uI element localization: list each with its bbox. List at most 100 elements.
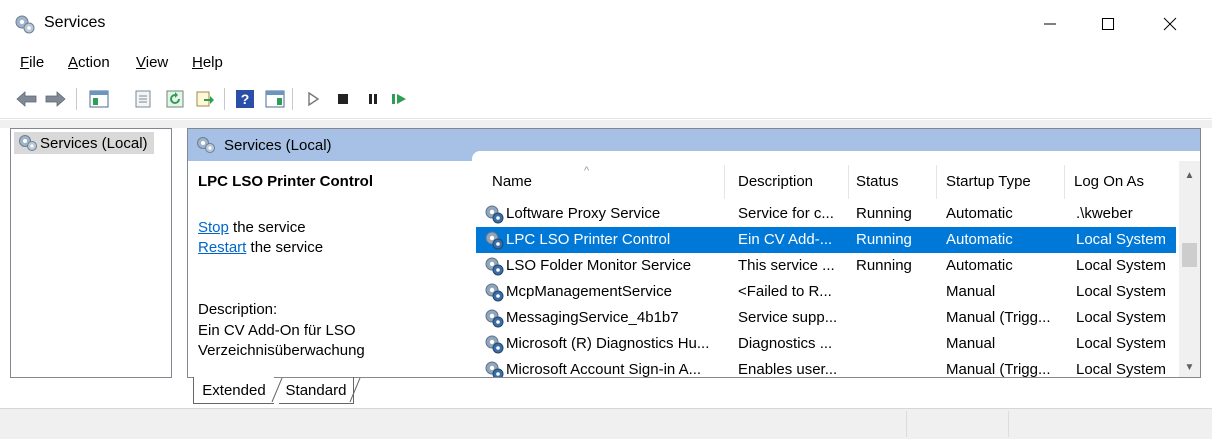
properties-icon: [135, 90, 151, 108]
menu-file[interactable]: File: [20, 54, 44, 71]
cell-description: This service ...: [738, 257, 835, 274]
column-header-startup-type[interactable]: Startup Type: [946, 173, 1031, 199]
table-row[interactable]: MessagingService_4b1b7 Service supp... Man…: [476, 305, 1176, 331]
cell-log-on-as: Local System: [1076, 309, 1167, 326]
cell-startup-type: Manual: [946, 283, 996, 300]
refresh-button[interactable]: [162, 86, 188, 112]
scroll-thumb[interactable]: [1182, 243, 1197, 267]
table-row[interactable]: McpManagementService <Failed to R... Manua…: [476, 279, 1176, 305]
properties-button[interactable]: [130, 86, 156, 112]
export-list-button[interactable]: [192, 86, 218, 112]
menu-action[interactable]: Action: [68, 54, 110, 71]
table-row[interactable]: Microsoft (R) Diagnostics Hu... Diagnosti…: [476, 331, 1176, 357]
gears-icon: [197, 137, 215, 153]
stop-service-button[interactable]: [330, 86, 356, 112]
help-button[interactable]: ?: [232, 86, 258, 112]
table-row[interactable]: Loftware Proxy Service Service for c... Ru…: [476, 201, 1176, 227]
title-bar: Services: [0, 0, 1212, 48]
tab-divider: [349, 377, 361, 403]
service-gear-icon: [485, 309, 504, 328]
toolbar-separator: [76, 88, 77, 110]
cell-description: Diagnostics ...: [738, 335, 833, 352]
toolbar-separator: [224, 88, 225, 110]
tab-extended[interactable]: Extended: [193, 377, 274, 404]
cell-status: Running: [856, 257, 912, 274]
cell-description: Ein CV Add-...: [738, 231, 833, 248]
service-gear-icon: [485, 283, 504, 302]
pane-header: Services (Local): [188, 129, 1200, 161]
resume-service-button[interactable]: [386, 86, 412, 112]
pause-service-button[interactable]: [360, 86, 386, 112]
back-button[interactable]: [14, 86, 40, 112]
show-action-pane-icon: [265, 90, 285, 108]
toolbar-separator: [292, 88, 293, 110]
column-divider[interactable]: [724, 165, 725, 199]
menu-view[interactable]: View: [136, 54, 168, 71]
service-gear-icon: [485, 335, 504, 354]
cell-status: Running: [856, 205, 912, 222]
selected-service-name: LPC LSO Printer Control: [198, 173, 374, 190]
description-text: Ein CV Add-On für LSO Verzeichnisüberwac…: [198, 322, 365, 359]
column-divider[interactable]: [1064, 165, 1065, 199]
cell-log-on-as: Local System: [1076, 283, 1167, 300]
maximize-button[interactable]: [1080, 0, 1136, 48]
column-header-description[interactable]: Description: [738, 173, 813, 199]
forward-button[interactable]: [42, 86, 68, 112]
cell-startup-type: Manual (Trigg...: [946, 361, 1051, 377]
service-gear-icon: [485, 231, 504, 250]
service-gear-icon: [485, 257, 504, 276]
vertical-scrollbar[interactable]: ▲ ▼: [1179, 161, 1200, 377]
restart-service-link[interactable]: Restart: [198, 239, 246, 256]
refresh-icon: [166, 90, 184, 108]
back-arrow-icon: [16, 91, 37, 107]
cell-startup-type: Automatic: [946, 231, 1013, 248]
start-service-button[interactable]: [300, 86, 326, 112]
help-icon: ?: [236, 90, 254, 108]
close-button[interactable]: [1142, 0, 1198, 48]
stop-service-link[interactable]: Stop: [198, 219, 229, 236]
stop-service-icon: [338, 94, 348, 104]
tree-item-label: Services (Local): [40, 134, 148, 152]
services-list: ^ Name Description Status Startup Type L…: [476, 161, 1200, 377]
scroll-down-icon[interactable]: ▼: [1179, 357, 1200, 377]
column-header-log-on-as[interactable]: Log On As: [1074, 173, 1144, 199]
column-header-name[interactable]: Name: [492, 173, 532, 199]
tree-item-services-local[interactable]: Services (Local): [14, 132, 154, 154]
pane-separator: [0, 120, 1212, 128]
gears-icon: [15, 15, 35, 34]
header-notch: [472, 151, 1200, 161]
cell-description: Enables user...: [738, 361, 838, 377]
cell-startup-type: Manual (Trigg...: [946, 309, 1051, 326]
column-divider[interactable]: [848, 165, 849, 199]
tab-standard[interactable]: Standard: [279, 377, 354, 404]
sort-ascending-icon: ^: [584, 165, 590, 177]
cell-description: Service supp...: [738, 309, 838, 326]
restart-line: Restart the service: [198, 239, 324, 256]
cell-startup-type: Automatic: [946, 205, 1013, 222]
details-pane: Services (Local) LPC LSO Printer Control…: [187, 128, 1201, 378]
column-divider[interactable]: [936, 165, 937, 199]
minimize-button[interactable]: [1022, 0, 1078, 48]
view-tabs: Extended Standard: [187, 377, 1201, 405]
menu-help[interactable]: Help: [192, 54, 223, 71]
cell-status: Running: [856, 231, 912, 248]
status-part: [1008, 411, 1109, 437]
column-header-status[interactable]: Status: [856, 173, 899, 199]
cell-name: LPC LSO Printer Control: [506, 231, 671, 248]
cell-log-on-as: Local System: [1076, 361, 1167, 377]
cell-name: MessagingService_4b1b7: [506, 309, 679, 326]
table-row[interactable]: LPC LSO Printer Control Ein CV Add-... Run…: [476, 227, 1176, 253]
window-title: Services: [44, 14, 106, 31]
cell-description: <Failed to R...: [738, 283, 832, 300]
service-gear-icon: [485, 361, 504, 377]
cell-log-on-as: Local System: [1076, 335, 1167, 352]
scroll-up-icon[interactable]: ▲: [1179, 165, 1200, 185]
table-row[interactable]: Microsoft Account Sign-in A... Enables us…: [476, 357, 1176, 377]
table-row[interactable]: LSO Folder Monitor Service This service .…: [476, 253, 1176, 279]
pause-service-icon: [369, 94, 377, 104]
cell-description: Service for c...: [738, 205, 834, 222]
show-hide-tree-button[interactable]: [86, 86, 112, 112]
close-icon: [1163, 17, 1177, 31]
status-part: [906, 411, 1007, 437]
show-action-pane-button[interactable]: [262, 86, 288, 112]
